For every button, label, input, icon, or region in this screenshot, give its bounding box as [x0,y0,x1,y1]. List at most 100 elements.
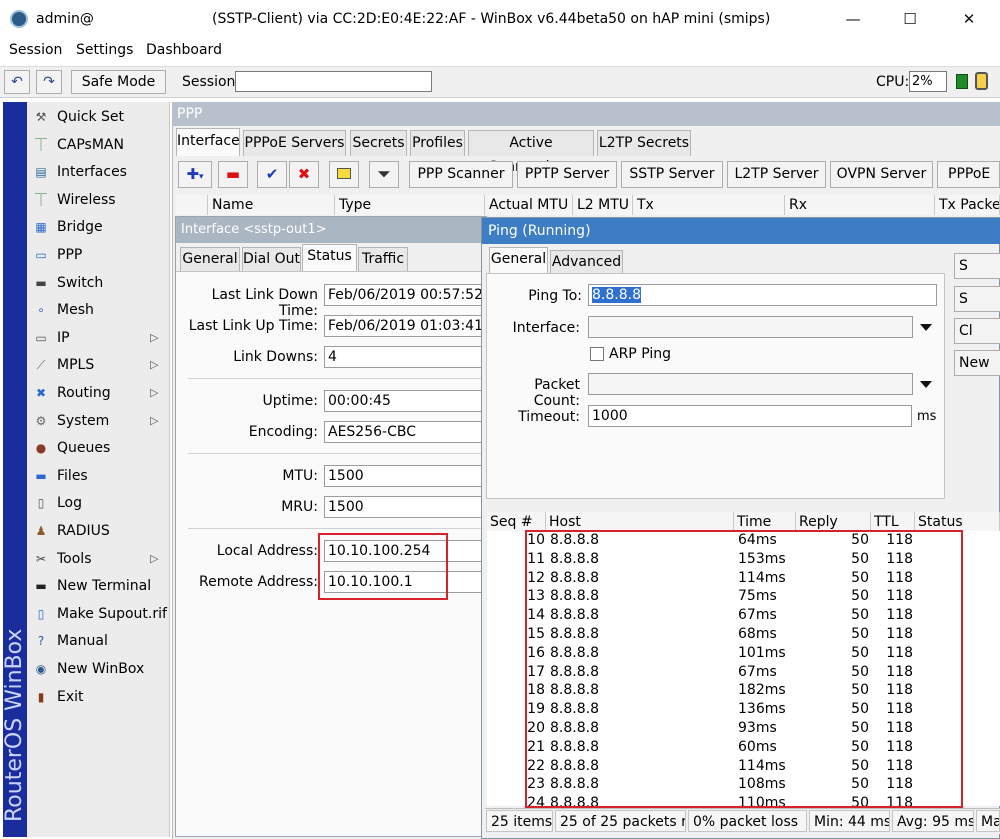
enable-icon[interactable]: ✔ [257,161,287,188]
last-link-up-value: Feb/06/2019 01:03:41 [324,315,484,337]
cpu-value: 2% [909,71,947,92]
uptime-label: Uptime: [262,393,318,409]
redo-icon[interactable]: ↷ [36,70,62,94]
sidebar-item-tools[interactable]: ✂ Tools ▷ [30,546,168,572]
maximize-button[interactable]: ☐ [887,4,933,34]
session-input[interactable] [235,71,432,92]
column-seq[interactable]: Seq # [487,512,546,532]
column-time[interactable]: Time [734,512,796,532]
tab-l2tp-secrets[interactable]: L2TP Secrets [597,130,691,156]
arp-ping-checkbox[interactable] [590,347,604,361]
column-status[interactable]: Status [915,512,1000,532]
sidebar-item-label: RADIUS [57,523,110,539]
sidebar-item-interfaces[interactable]: ▤ Interfaces [30,159,168,185]
interfaces-icon: ▤ [35,165,47,180]
sidebar-item-bridge[interactable]: ▦ Bridge [30,214,168,240]
column-l2-mtu[interactable]: L2 MTU [573,195,633,215]
close-button[interactable]: ✕ [946,4,992,34]
pptp-server-button[interactable]: PPTP Server [517,161,617,188]
sstp-server-button[interactable]: SSTP Server [621,161,723,188]
column-type[interactable]: Type [335,195,485,215]
sidebar-item-new-terminal[interactable]: ▬ New Terminal [30,573,168,599]
start-button[interactable]: S [954,253,1000,279]
sidebar-item-label: New WinBox [57,661,145,677]
sidebar-item-capsman[interactable]: ⏉ CAPsMAN [30,132,168,158]
stop-button[interactable]: S [954,286,1000,312]
column-host[interactable]: Host [546,512,734,532]
menu-dashboard[interactable]: Dashboard [146,42,222,58]
packet-count-dropdown-icon[interactable] [920,381,932,388]
disable-icon[interactable]: ✖ [289,161,319,188]
tab-secrets[interactable]: Secrets [350,130,407,156]
sidebar-item-ip[interactable]: ▭ IP ▷ [30,325,168,351]
lock-icon[interactable] [975,72,988,90]
close-ping-button[interactable]: Cl [954,318,1000,344]
tab-traffic[interactable]: Traffic [358,247,408,271]
tab-profiles[interactable]: Profiles [410,130,465,156]
sidebar-item-log[interactable]: ▯ Log [30,490,168,516]
sidebar-item-routing[interactable]: ✖ Routing ▷ [30,380,168,406]
manual-icon: ? [37,634,45,649]
safe-mode-button[interactable]: Safe Mode [71,70,166,94]
interface-dropdown-icon[interactable] [920,324,932,331]
tab-active-connections[interactable]: Active Connections [468,130,594,175]
tab-status[interactable]: Status [302,244,357,271]
timeout-input[interactable]: 1000 [588,405,912,427]
sidebar-item-files[interactable]: ▬ Files [30,463,168,489]
status-avg: Avg: 95 ms [892,810,974,832]
sidebar-item-make-supout-rif[interactable]: ▯ Make Supout.rif [30,601,168,627]
column-ttl[interactable]: TTL [871,512,915,532]
interface-select[interactable] [588,316,913,338]
sidebar-item-label: Log [57,495,83,512]
sidebar-item-system[interactable]: ⚙ System ▷ [30,408,168,434]
sidebar-item-quick-set[interactable]: ⚒ Quick Set [30,104,168,130]
sidebar-item-ppp[interactable]: ▭ PPP [30,242,168,268]
sidebar-item-mesh[interactable]: ∘ Mesh [30,297,168,323]
remove-icon[interactable]: ▬ [218,161,248,188]
tab-ping-general[interactable]: General [489,247,548,274]
sidebar-item-switch[interactable]: ▬ Switch [30,270,168,296]
undo-icon[interactable]: ↶ [4,70,30,94]
comment-icon[interactable] [329,161,359,188]
minimize-button[interactable]: — [830,4,876,34]
winbox-app-icon [10,10,28,28]
sidebar-item-queues[interactable]: ● Queues [30,435,168,461]
tab-pppoe-servers[interactable]: PPPoE Servers [243,130,346,156]
tab-interface[interactable]: Interface [176,128,240,156]
sidebar-item-wireless[interactable]: ⏉ Wireless [30,187,168,213]
column-reply-size[interactable]: Reply Size [796,512,871,550]
new-window-button[interactable]: New W [954,350,1000,376]
ovpn-server-button[interactable]: OVPN Server [830,161,933,188]
separator [188,528,488,529]
ping-to-label: Ping To: [528,288,582,304]
mesh-icon: ∘ [37,303,45,318]
column-actual-mtu[interactable]: Actual MTU [485,195,573,215]
packet-count-select[interactable] [588,373,913,395]
arp-ping-label: ARP Ping [609,346,671,362]
menu-settings[interactable]: Settings [76,42,133,58]
sidebar-item-radius[interactable]: ♟ RADIUS [30,518,168,544]
menu-session[interactable]: Session [9,42,62,58]
column-rx[interactable]: Rx [785,195,935,215]
tab-ping-advanced[interactable]: Advanced [550,250,623,274]
column-tx-packet[interactable]: Tx Packet [935,195,1000,215]
tab-dial-out[interactable]: Dial Out [242,247,301,271]
interface-label: Interface: [512,320,580,336]
column-name[interactable]: Name [208,195,335,215]
last-link-down-label: Last Link Down Time: [211,287,318,319]
ppp-scanner-button[interactable]: PPP Scanner [409,161,513,188]
sidebar-item-manual[interactable]: ? Manual [30,628,168,654]
tab-general[interactable]: General [180,247,240,271]
column-tx[interactable]: Tx [633,195,785,215]
sidebar-item-exit[interactable]: ▮ Exit [30,684,168,710]
window-user: admin@ [36,11,94,27]
l2tp-server-button[interactable]: L2TP Server [727,161,826,188]
pppoe-scan-button[interactable]: PPPoE S [937,161,1000,188]
timeout-label: Timeout: [518,409,580,425]
sidebar-item-new-winbox[interactable]: ◉ New WinBox [30,656,168,682]
sidebar-item-mpls[interactable]: ⟋ MPLS ▷ [30,352,168,378]
sidebar-item-label: Queues [57,440,111,457]
add-icon[interactable]: ✚▾ [178,161,212,188]
filter-icon[interactable]: ⏷ [369,161,399,188]
ping-to-input[interactable]: 8.8.8.8 [588,284,937,306]
